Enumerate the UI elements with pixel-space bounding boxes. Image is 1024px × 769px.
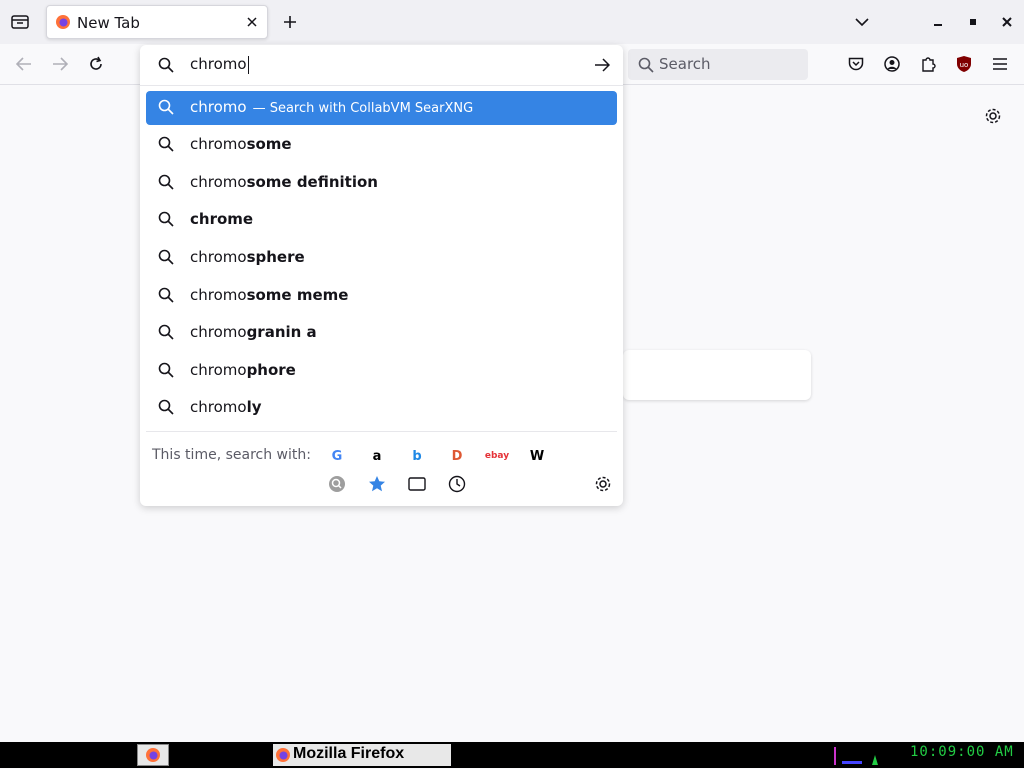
minimize-icon[interactable] xyxy=(926,10,950,34)
close-window-icon[interactable] xyxy=(995,10,1019,34)
ublock-origin-icon[interactable]: uo xyxy=(952,52,976,76)
newtab-search-card xyxy=(623,350,811,400)
suggestion-action: — Search with CollabVM SearXNG xyxy=(252,101,474,116)
search-icon xyxy=(158,362,176,380)
suggestion-row-selected[interactable]: chromo — Search with CollabVM SearXNG xyxy=(146,91,617,125)
suggestion-row[interactable]: chromoly xyxy=(146,391,617,425)
svg-text:uo: uo xyxy=(960,61,969,69)
search-icon xyxy=(157,56,175,74)
maximize-icon[interactable] xyxy=(961,10,985,34)
urlbar[interactable]: chromo xyxy=(140,45,623,86)
system-monitor-graph xyxy=(832,745,888,765)
suggestion-completion: granin a xyxy=(246,323,317,341)
one-off-label: This time, search with: xyxy=(152,447,311,463)
search-engine-searxng-icon[interactable] xyxy=(326,473,348,495)
firefox-icon xyxy=(275,747,291,763)
ebay-icon[interactable]: ebay xyxy=(485,445,509,467)
search-icon xyxy=(158,324,176,342)
suggestion-prefix: chromo xyxy=(190,323,247,341)
suggestion-text: chromosome meme xyxy=(190,286,348,304)
tabs-icon[interactable] xyxy=(406,473,428,495)
search-icon xyxy=(158,99,176,117)
suggestion-completion: sphere xyxy=(246,248,305,266)
chevron-down-icon[interactable] xyxy=(850,10,874,34)
suggestion-text: chromosome definition xyxy=(190,173,378,191)
suggestion-row[interactable]: chromogranin a xyxy=(146,316,617,350)
suggestion-text: chromosphere xyxy=(190,248,305,266)
suggestion-prefix: chromo xyxy=(190,286,247,304)
firefox-icon xyxy=(146,748,160,762)
account-icon[interactable] xyxy=(880,52,904,76)
taskbar-firefox-launcher[interactable] xyxy=(137,744,169,766)
amazon-icon[interactable]: a xyxy=(366,445,388,467)
tab-title: New Tab xyxy=(77,14,140,32)
google-icon[interactable]: G xyxy=(326,445,348,467)
search-icon xyxy=(158,399,176,417)
pocket-icon[interactable] xyxy=(844,52,868,76)
suggestion-text: chromoly xyxy=(190,398,261,416)
suggestion-row[interactable]: chromophore xyxy=(146,354,617,388)
search-icon xyxy=(158,287,176,305)
urlbar-dropdown: chromo chromo — Search with CollabVM Sear… xyxy=(140,45,623,506)
suggestion-prefix: chromo xyxy=(190,173,247,191)
search-icon xyxy=(637,56,655,74)
suggestion-row[interactable]: chromosome definition xyxy=(146,166,617,200)
suggestion-row[interactable]: chromosphere xyxy=(146,241,617,275)
search-icon xyxy=(158,211,176,229)
suggestion-text: chromo xyxy=(190,98,247,116)
wikipedia-icon[interactable]: W xyxy=(526,445,548,467)
newtab-settings-gear-icon[interactable] xyxy=(981,104,1005,128)
search-settings-gear-icon[interactable] xyxy=(592,473,614,495)
go-arrow-icon[interactable] xyxy=(592,55,612,75)
suggestion-prefix: chromo xyxy=(190,361,247,379)
close-tab-icon[interactable] xyxy=(243,13,261,31)
taskbar-window-title: Mozilla Firefox xyxy=(293,745,405,762)
urlbar-typed-text: chromo xyxy=(190,55,247,73)
duckduckgo-icon[interactable]: D xyxy=(446,445,468,467)
search-icon xyxy=(158,174,176,192)
bing-icon[interactable]: b xyxy=(406,445,428,467)
tab-new-tab[interactable]: New Tab xyxy=(46,5,268,39)
back-icon[interactable] xyxy=(12,52,36,76)
urlbar-input[interactable]: chromo xyxy=(190,55,249,74)
firefox-icon xyxy=(55,14,71,30)
divider xyxy=(146,431,617,432)
text-caret xyxy=(247,55,249,74)
search-icon xyxy=(158,249,176,267)
suggestion-text: chromophore xyxy=(190,361,296,379)
taskbar-window-button[interactable]: Mozilla Firefox xyxy=(273,744,451,766)
clock: 10:09:00 AM xyxy=(910,744,1014,760)
reload-icon[interactable] xyxy=(84,52,108,76)
suggestion-completion: ly xyxy=(246,398,262,416)
search-input[interactable]: Search xyxy=(628,49,808,80)
suggestion-text: chrome xyxy=(190,210,253,228)
suggestion-row[interactable]: chrome xyxy=(146,203,617,237)
tab-bar: New Tab xyxy=(0,0,1024,44)
suggestion-row[interactable]: chromosome xyxy=(146,128,617,162)
forward-icon[interactable] xyxy=(48,52,72,76)
suggestion-text: chromosome xyxy=(190,135,292,153)
extensions-icon[interactable] xyxy=(916,52,940,76)
new-tab-icon[interactable] xyxy=(278,10,302,34)
search-icon xyxy=(158,136,176,154)
suggestion-completion: some meme xyxy=(246,286,349,304)
list-all-tabs-icon[interactable] xyxy=(8,10,32,34)
suggestion-completion: phore xyxy=(246,361,296,379)
suggestion-prefix: chromo xyxy=(190,398,247,416)
bookmarks-star-icon[interactable] xyxy=(366,473,388,495)
suggestion-completion: some xyxy=(246,135,292,153)
suggestion-prefix: chromo xyxy=(190,135,247,153)
history-clock-icon[interactable] xyxy=(446,473,468,495)
search-placeholder: Search xyxy=(659,55,711,73)
suggestion-completion: some definition xyxy=(246,173,378,191)
suggestion-completion: chrome xyxy=(190,210,254,228)
suggestion-prefix: chromo xyxy=(190,248,247,266)
suggestion-text: chromogranin a xyxy=(190,323,317,341)
suggestion-row[interactable]: chromosome meme xyxy=(146,279,617,313)
menu-icon[interactable] xyxy=(988,52,1012,76)
